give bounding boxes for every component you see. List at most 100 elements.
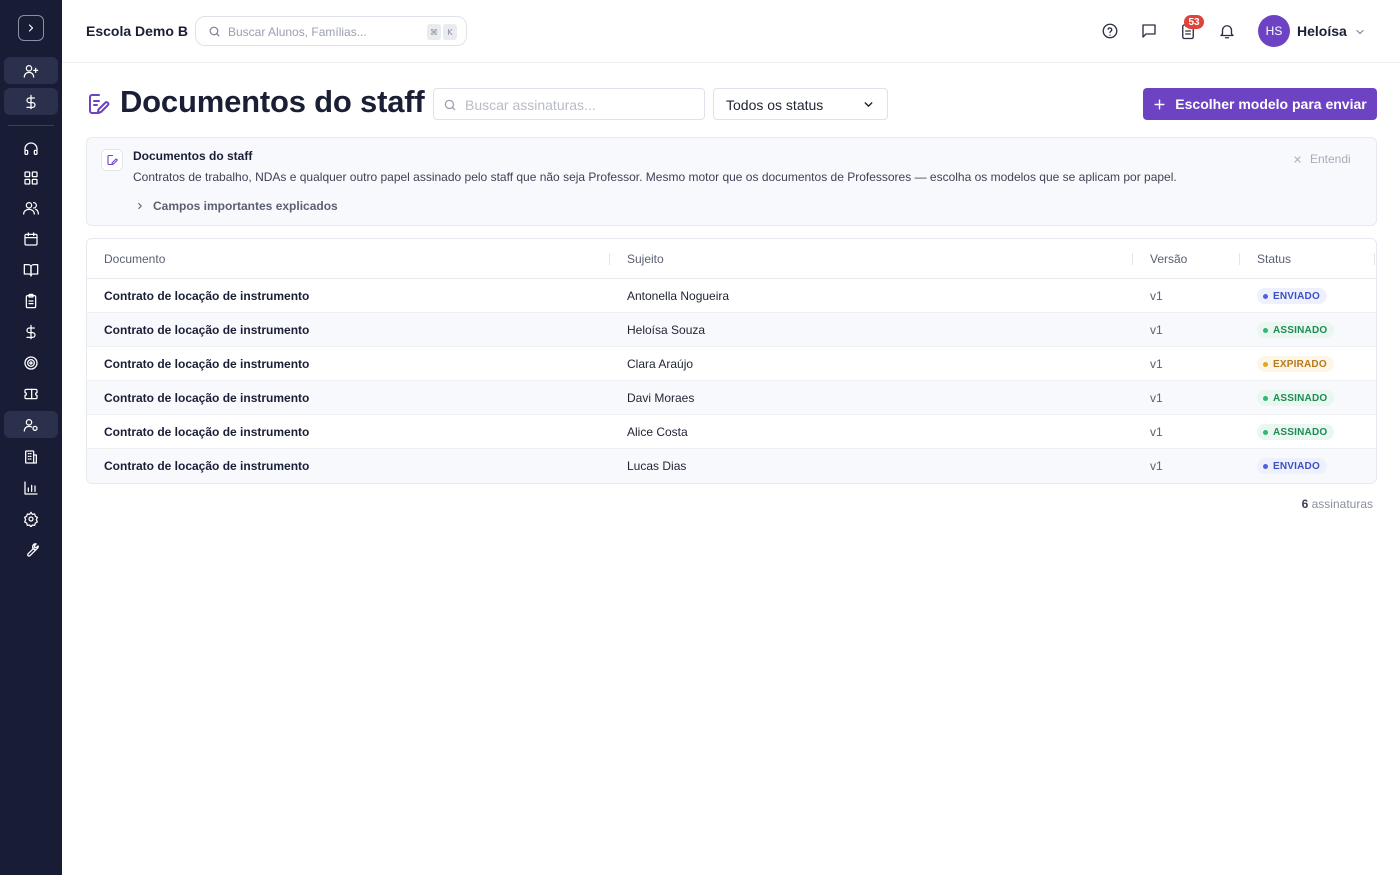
sidebar-item-settings[interactable] (4, 505, 58, 532)
cell-document[interactable]: Contrato de locação de instrumento (104, 323, 309, 337)
status-badge: ASSINADO (1257, 322, 1335, 338)
important-fields-label: Campos importantes explicados (153, 199, 338, 213)
status-filter-select[interactable]: Todos os status (713, 88, 888, 120)
table-row[interactable]: Contrato de locação de instrumento Alice … (87, 415, 1376, 449)
search-icon (444, 99, 456, 111)
cell-document[interactable]: Contrato de locação de instrumento (104, 459, 309, 473)
info-title: Documentos do staff (133, 149, 253, 163)
status-text: ENVIADO (1273, 290, 1320, 302)
column-separator[interactable] (1239, 253, 1240, 265)
dismiss-label: Entendi (1310, 152, 1351, 166)
important-fields-expander[interactable]: Campos importantes explicados (135, 199, 338, 213)
sidebar (0, 0, 62, 875)
status-dot-icon (1263, 361, 1268, 367)
status-dot-icon (1263, 395, 1268, 401)
status-text: ASSINADO (1273, 426, 1328, 438)
headset-icon (24, 141, 38, 155)
sidebar-item-dashboard[interactable] (4, 164, 58, 191)
sidebar-item-add-user[interactable] (4, 57, 58, 84)
sidebar-item-goals[interactable] (4, 349, 58, 376)
status-badge: ENVIADO (1257, 458, 1327, 474)
wrench-icon (27, 542, 39, 557)
user-avatar[interactable]: HS (1258, 15, 1290, 47)
dollar-icon (26, 324, 36, 339)
bell-icon (1220, 25, 1234, 39)
sidebar-item-courses[interactable] (4, 256, 58, 283)
dollar-icon (26, 94, 36, 109)
status-badge: EXPIRADO (1257, 356, 1334, 372)
sidebar-item-tools[interactable] (4, 536, 58, 563)
table-row[interactable]: Contrato de locação de instrumento Clara … (87, 347, 1376, 381)
clipboard-icon (25, 293, 37, 308)
table-row[interactable]: Contrato de locação de instrumento Davi M… (87, 381, 1376, 415)
shortcut-key-cmd: ⌘ (427, 24, 441, 40)
sidebar-divider (8, 125, 54, 126)
top-header: Escola Demo B ⌘ K (62, 0, 1400, 63)
cell-document[interactable]: Contrato de locação de instrumento (104, 391, 309, 405)
cell-document[interactable]: Contrato de locação de instrumento (104, 357, 309, 371)
cell-version: v1 (1150, 323, 1163, 337)
status-text: ENVIADO (1273, 460, 1320, 472)
table-row[interactable]: Contrato de locação de instrumento Lucas … (87, 449, 1376, 483)
choose-template-button[interactable]: Escolher modelo para enviar (1143, 88, 1377, 120)
signature-search-input[interactable] (465, 96, 695, 114)
page-title: Documentos do staff (120, 84, 425, 119)
column-header-status[interactable]: Status (1257, 252, 1291, 266)
global-search-input[interactable] (228, 23, 418, 41)
chevron-down-icon[interactable] (1354, 26, 1366, 38)
status-badge: ENVIADO (1257, 288, 1327, 304)
column-separator[interactable] (1132, 253, 1133, 265)
sidebar-item-billing[interactable] (4, 88, 58, 115)
help-circle-icon (1102, 23, 1118, 39)
status-text: ASSINADO (1273, 324, 1328, 336)
sidebar-item-finance[interactable] (4, 318, 58, 345)
cell-version: v1 (1150, 425, 1163, 439)
sidebar-item-support[interactable] (4, 135, 58, 162)
cell-document[interactable]: Contrato de locação de instrumento (104, 289, 309, 303)
cell-subject: Davi Moraes (627, 391, 695, 405)
column-separator[interactable] (1374, 253, 1375, 265)
user-name[interactable]: Heloísa (1297, 23, 1347, 39)
sidebar-item-people[interactable] (4, 194, 58, 221)
column-header-document[interactable]: Documento (104, 252, 165, 266)
notifications-button[interactable] (1216, 20, 1238, 42)
global-search[interactable]: ⌘ K (195, 16, 467, 46)
document-edit-icon (89, 94, 110, 114)
help-button[interactable] (1099, 20, 1121, 42)
message-square-icon (1142, 24, 1156, 38)
table-row[interactable]: Contrato de locação de instrumento Antone… (87, 279, 1376, 313)
ticket-icon (24, 388, 38, 399)
sidebar-item-staff[interactable] (4, 411, 58, 438)
users-icon (23, 201, 39, 215)
cell-version: v1 (1150, 357, 1163, 371)
sidebar-toggle-button[interactable] (18, 15, 44, 41)
choose-template-label: Escolher modelo para enviar (1175, 96, 1367, 112)
info-banner: Documentos do staff Contratos de trabalh… (86, 137, 1377, 226)
sidebar-item-tickets[interactable] (4, 380, 58, 407)
column-header-subject[interactable]: Sujeito (627, 252, 664, 266)
cell-document[interactable]: Contrato de locação de instrumento (104, 425, 309, 439)
signatures-table: Documento Sujeito Versão Status Contrato… (86, 238, 1377, 484)
column-header-version[interactable]: Versão (1150, 252, 1187, 266)
status-badge: ASSINADO (1257, 424, 1335, 440)
signature-count: 6 assinaturas (1302, 497, 1373, 511)
signature-search[interactable] (433, 88, 705, 120)
cell-subject: Alice Costa (627, 425, 688, 439)
info-document-icon (101, 149, 123, 171)
sidebar-item-calendar[interactable] (4, 225, 58, 252)
table-row[interactable]: Contrato de locação de instrumento Heloís… (87, 313, 1376, 347)
sidebar-item-tasks[interactable] (4, 287, 58, 314)
sidebar-item-buildings[interactable] (4, 443, 58, 470)
cell-version: v1 (1150, 391, 1163, 405)
shortcut-key-k: K (443, 24, 457, 40)
plus-icon (1154, 98, 1165, 110)
messages-button[interactable] (1138, 20, 1160, 42)
status-dot-icon (1263, 293, 1268, 299)
column-separator[interactable] (609, 253, 610, 265)
table-header: Documento Sujeito Versão Status (87, 239, 1376, 279)
search-icon (209, 26, 220, 37)
sidebar-item-reports[interactable] (4, 474, 58, 501)
grid-icon (24, 170, 38, 185)
dismiss-info-button[interactable]: Entendi (1293, 152, 1351, 166)
status-text: ASSINADO (1273, 392, 1328, 404)
